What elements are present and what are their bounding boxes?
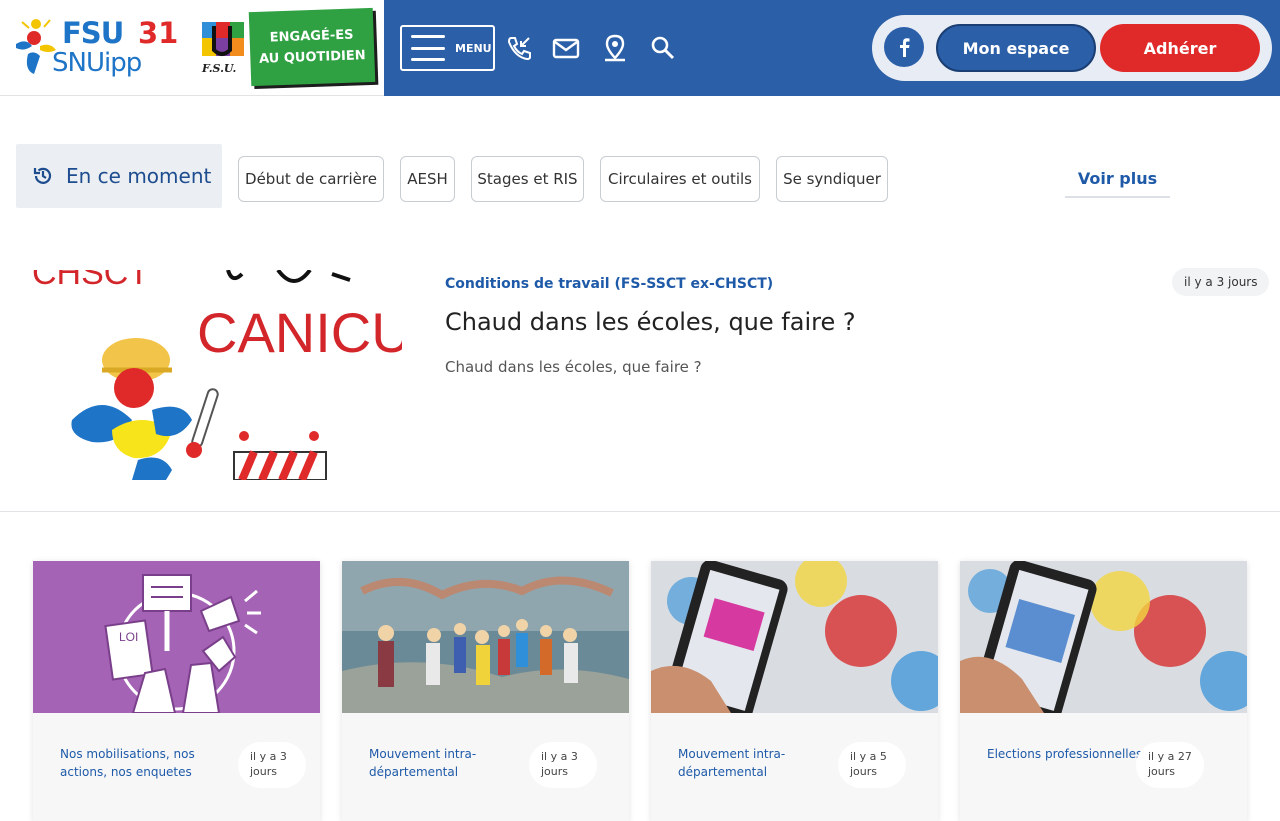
card-image-phone-pink [651, 561, 938, 713]
slogan-badge: ENGAGÉ-ES AU QUOTIDIEN [248, 7, 376, 87]
phone-icon[interactable] [505, 34, 533, 62]
menu-label: MENU [455, 41, 492, 55]
menu-button[interactable]: MENU [400, 25, 495, 71]
article-card[interactable]: LOI Nos mobilisations, nos actions, nos … [33, 561, 320, 821]
featured-title-link[interactable]: Chaud dans les écoles, que faire ? [445, 308, 856, 336]
card-category[interactable]: Nos mobilisations, nos actions, nos enqu… [60, 745, 230, 781]
chip-debut-de-carriere[interactable]: Début de carrière [238, 156, 384, 202]
mon-espace-button[interactable]: Mon espace [936, 24, 1096, 72]
card-date-line-1: il y a 27 [1148, 750, 1192, 763]
card-image-text: LOI [119, 630, 138, 644]
snuipp-text: SNUipp [52, 48, 142, 78]
card-category[interactable]: Mouvement intra-départemental [678, 745, 848, 781]
article-card[interactable]: Elections professionnelles il y a 27 jou… [960, 561, 1247, 821]
card-date-badge: il y a 3 jours [238, 742, 306, 788]
hamburger-icon [411, 35, 445, 61]
featured-description: Chaud dans les écoles, que faire ? [445, 358, 702, 376]
featured-article-image[interactable]: CHSCT CANICULE [32, 270, 402, 480]
adherer-button[interactable]: Adhérer [1100, 24, 1260, 72]
card-date-badge: il y a 5 jours [838, 742, 906, 788]
fsu-logo[interactable]: F.S.U. [200, 20, 250, 80]
section-divider [0, 511, 1280, 512]
card-date-line-2: jours [1148, 765, 1176, 778]
facebook-icon [900, 38, 910, 57]
site-header: FSU 31 SNUipp F.S.U. ENGAGÉ-ES AU QUOTID… [0, 0, 1280, 96]
snuipp-fsu-31-logo[interactable]: FSU 31 SNUipp [14, 14, 184, 80]
chip-aesh[interactable]: AESH [400, 156, 455, 202]
chip-stages-et-ris[interactable]: Stages et RIS [471, 156, 584, 202]
image-text: CANICULE [197, 301, 402, 364]
card-date-line-2: jours [250, 765, 278, 778]
chip-circulaires-et-outils[interactable]: Circulaires et outils [600, 156, 760, 202]
fsu-small-label: F.S.U. [202, 62, 237, 75]
featured-category-link[interactable]: Conditions de travail (FS-SSCT ex-CHSCT) [445, 276, 773, 292]
canicule-illustration: CHSCT CANICULE [32, 270, 402, 480]
search-icon[interactable] [649, 34, 677, 62]
history-icon [33, 167, 52, 184]
mail-icon[interactable] [552, 34, 580, 62]
en-ce-moment-text: En ce moment [66, 164, 212, 188]
location-icon[interactable] [601, 34, 629, 62]
chip-se-syndiquer[interactable]: Se syndiquer [776, 156, 888, 202]
slogan-line-2: AU QUOTIDIEN [258, 48, 366, 67]
featured-date-badge: il y a 3 jours [1172, 268, 1270, 296]
card-date-line-1: il y a 5 [850, 750, 887, 763]
card-image-mobilisations: LOI [33, 561, 320, 713]
voir-plus-link[interactable]: Voir plus [1065, 160, 1170, 198]
card-date-badge: il y a 27 jours [1136, 742, 1204, 788]
fsu-text: FSU [62, 16, 124, 50]
logo-zone: FSU 31 SNUipp F.S.U. ENGAGÉ-ES AU QUOTID… [0, 0, 384, 96]
card-category[interactable]: Mouvement intra-départemental [369, 745, 539, 781]
article-card[interactable]: Mouvement intra-départemental il y a 5 j… [651, 561, 938, 821]
facebook-button[interactable] [884, 27, 924, 67]
fsu-blocks-icon [202, 22, 244, 56]
article-card[interactable]: Mouvement intra-départemental il y a 3 j… [342, 561, 629, 821]
card-date-line-1: il y a 3 [541, 750, 578, 763]
card-image-phone-blue [960, 561, 1247, 713]
department-number: 31 [138, 16, 179, 50]
card-date-line-2: jours [850, 765, 878, 778]
card-date-badge: il y a 3 jours [529, 742, 597, 788]
slogan-line-1: ENGAGÉ-ES [269, 27, 354, 46]
card-date-line-2: jours [541, 765, 569, 778]
card-image-figurines [342, 561, 629, 713]
image-partial-text: CHSCT [32, 270, 149, 292]
card-category[interactable]: Elections professionnelles [987, 745, 1157, 763]
card-date-line-1: il y a 3 [250, 750, 287, 763]
en-ce-moment-label: En ce moment [16, 144, 222, 208]
